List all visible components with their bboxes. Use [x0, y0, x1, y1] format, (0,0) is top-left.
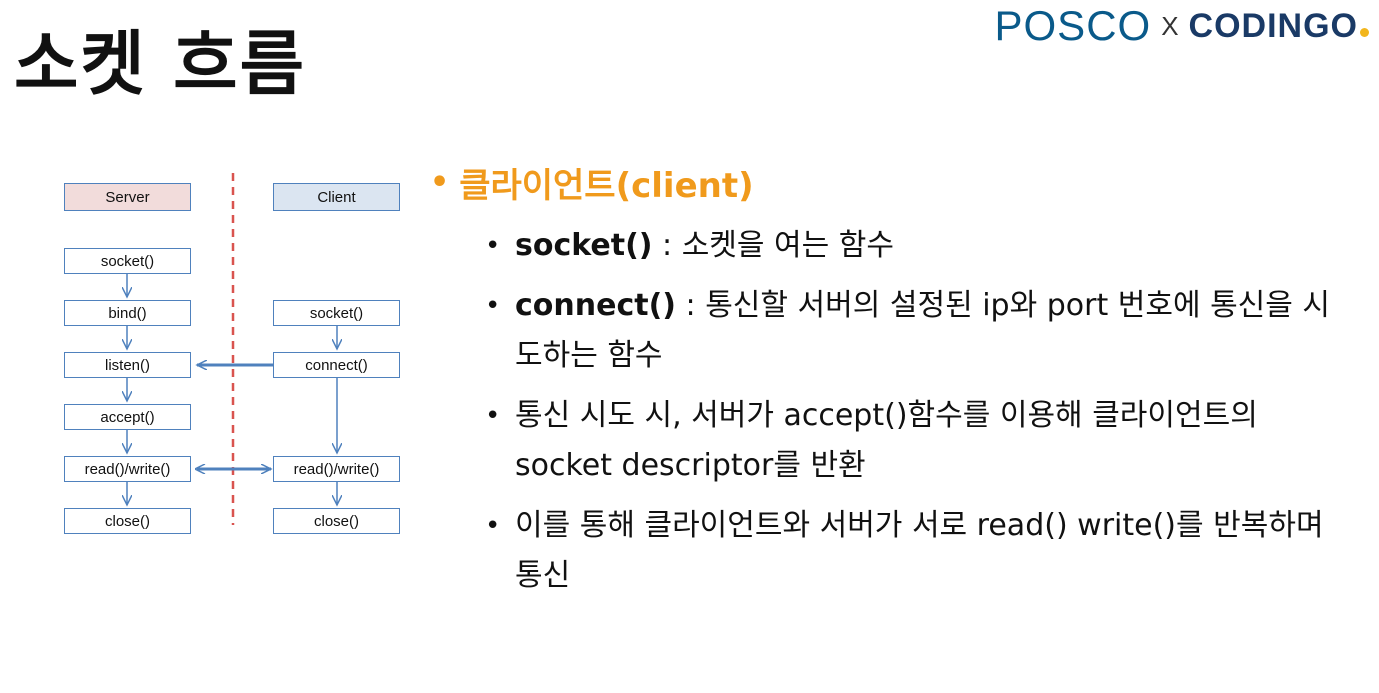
- item-text: 통신 시도 시, 서버가 accept()함수를 이용해 클라이언트의 sock…: [515, 398, 1258, 483]
- logo-dot-icon: [1360, 27, 1369, 37]
- server-step-bind: bind(): [64, 300, 191, 326]
- section-heading: • 클라이언트(client): [430, 158, 1350, 207]
- content-section: • 클라이언트(client) socket() : 소켓을 여는 함수 con…: [430, 158, 1350, 611]
- list-item: connect() : 통신할 서버의 설정된 ip와 port 번호에 통신을…: [485, 281, 1350, 381]
- page-title: 소켓 흐름: [14, 23, 306, 105]
- codingon-logo-text: CODINGO: [1188, 6, 1358, 45]
- bullet-icon: •: [430, 165, 450, 200]
- server-header: Server: [64, 183, 191, 211]
- list-item: 통신 시도 시, 서버가 accept()함수를 이용해 클라이언트의 sock…: [485, 391, 1350, 491]
- item-text: : 소켓을 여는 함수: [652, 228, 894, 263]
- server-step-close: close(): [64, 508, 191, 534]
- logo-separator: X: [1161, 10, 1179, 41]
- posco-logo: POSCO: [994, 2, 1152, 49]
- brand-logo: POSCO X CODINGO: [994, 2, 1369, 49]
- section-heading-text: 클라이언트(client): [459, 166, 754, 206]
- socket-flow-diagram: Server Client socket() bind() listen() a…: [55, 165, 415, 545]
- server-step-listen: listen(): [64, 352, 191, 378]
- item-keyword: connect(): [515, 288, 677, 323]
- item-keyword: socket(): [515, 228, 653, 263]
- client-step-read-write: read()/write(): [273, 456, 400, 482]
- server-step-read-write: read()/write(): [64, 456, 191, 482]
- codingon-logo: CODINGO: [1189, 7, 1369, 46]
- list-item: 이를 통해 클라이언트와 서버가 서로 read() write()를 반복하며…: [485, 501, 1350, 601]
- client-step-socket: socket(): [273, 300, 400, 326]
- item-text: 이를 통해 클라이언트와 서버가 서로 read() write()를 반복하며…: [515, 508, 1324, 593]
- server-step-accept: accept(): [64, 404, 191, 430]
- server-step-socket: socket(): [64, 248, 191, 274]
- bullet-list: socket() : 소켓을 여는 함수 connect() : 통신할 서버의…: [430, 221, 1350, 601]
- client-step-connect: connect(): [273, 352, 400, 378]
- client-header: Client: [273, 183, 400, 211]
- list-item: socket() : 소켓을 여는 함수: [485, 221, 1350, 271]
- client-step-close: close(): [273, 508, 400, 534]
